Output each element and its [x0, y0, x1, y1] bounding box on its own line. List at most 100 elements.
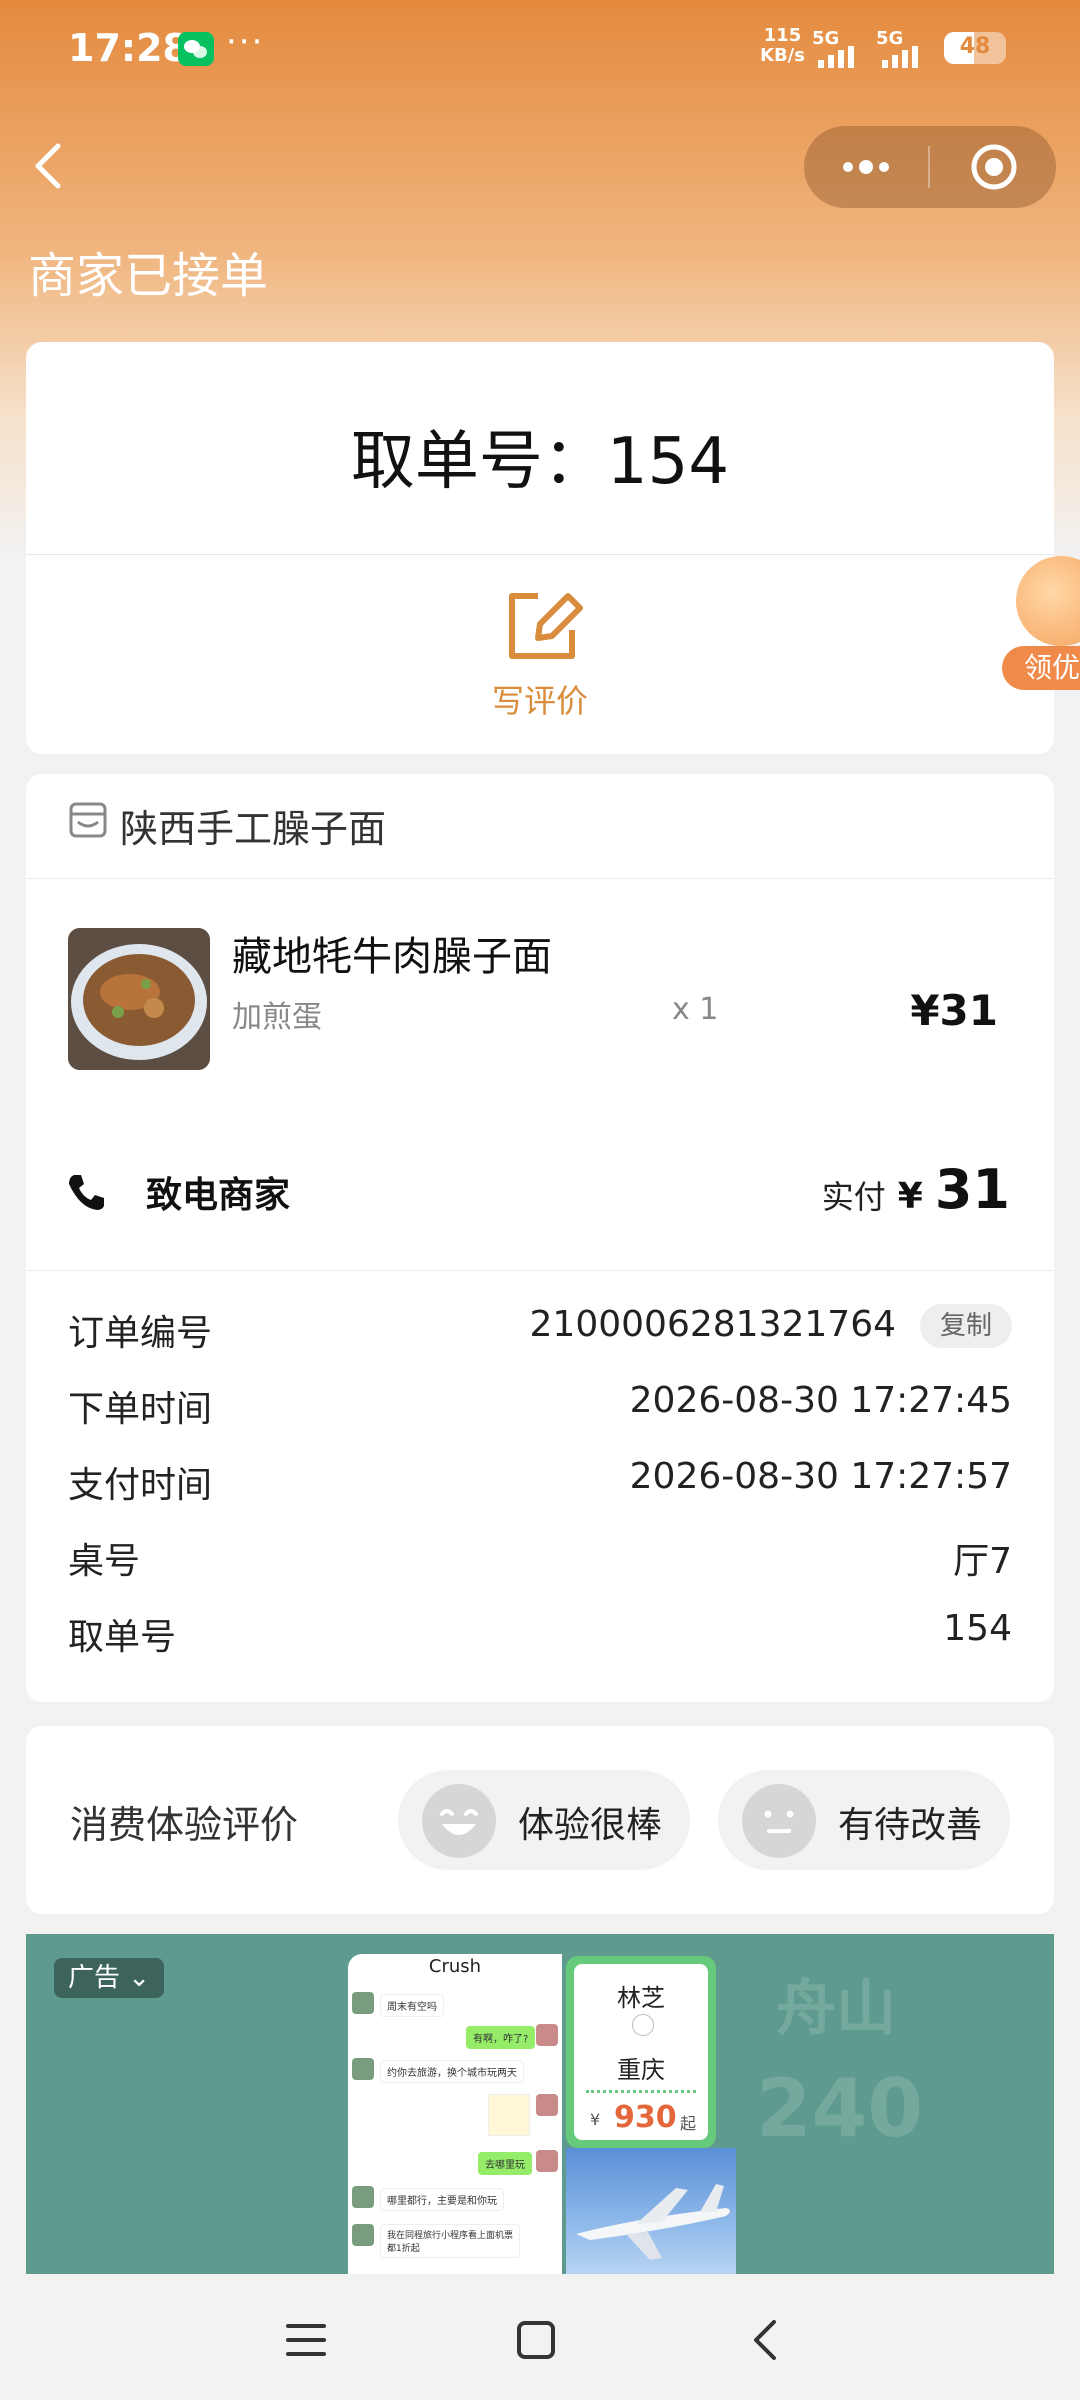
chevron-down-icon: ⌄ [128, 1963, 151, 1993]
network-speed-unit: KB/s [760, 45, 805, 66]
capsule-menu-button[interactable] [804, 126, 928, 208]
system-navigation-bar [0, 2274, 1080, 2400]
chat-bubble: 去哪里玩 [478, 2152, 532, 2175]
order-time-label: 下单时间 [68, 1389, 213, 1430]
ticket-price: 930 [614, 2100, 677, 2135]
order-number-row: 订单编号 2100006281321764 复制 [68, 1298, 1012, 1354]
avatar [352, 2224, 374, 2246]
paid-currency: ¥ [897, 1176, 923, 1217]
pickup-value: 154 [943, 1608, 1012, 1649]
order-number-label: 订单编号 [68, 1313, 213, 1354]
sticker-image [488, 2094, 530, 2136]
pay-time-label: 支付时间 [68, 1465, 213, 1506]
target-close-icon [971, 144, 1017, 190]
neutral-face-icon [742, 1784, 816, 1858]
divider [26, 554, 1054, 555]
chevron-left-icon [754, 2320, 776, 2360]
advertisement-banner[interactable]: 舟山 240 广告 ⌄ Crush 周末有空吗 有啊，咋了? 约你去旅游，换个城… [26, 1934, 1054, 2274]
order-time-row: 下单时间 2026-08-30 17:27:45 [68, 1374, 1012, 1430]
battery-icon: 48 [944, 32, 1006, 64]
ticket-divider [586, 2090, 696, 2093]
miniprogram-capsule [804, 126, 1056, 208]
ticket-price-suffix: 起 [679, 2114, 696, 2133]
more-notifications-icon: ··· [226, 22, 265, 62]
shop-name: 陕西手工臊子面 [120, 807, 387, 851]
wechat-icon [178, 32, 214, 66]
pickup-label: 取单号 [68, 1617, 177, 1658]
signal-1-icon: 5G [812, 28, 882, 68]
chevron-left-icon [35, 143, 61, 189]
avatar [536, 2150, 558, 2172]
chat-bubble: 周末有空吗 [380, 1994, 444, 2017]
chat-bubble: 我在同程旅行小程序看上面机票都1折起 [380, 2224, 520, 2258]
order-time-value: 2026-08-30 17:27:45 [629, 1380, 1012, 1421]
ticket-logo-icon [632, 2014, 654, 2036]
pickup-row: 取单号 154 [68, 1602, 1012, 1658]
item-quantity: x 1 [672, 992, 719, 1027]
floating-reward-button[interactable]: 领优 [1002, 556, 1080, 696]
square-home-icon [517, 2321, 555, 2359]
network-speed: 115 KB/s [760, 26, 805, 66]
page-title: 商家已接单 [28, 248, 269, 304]
airplane-image [566, 2148, 736, 2274]
divider [26, 1270, 1054, 1271]
order-number-value: 2100006281321764 [529, 1304, 896, 1345]
write-review-button[interactable]: 写评价 [440, 578, 640, 728]
food-image [68, 928, 210, 1070]
shop-icon [69, 802, 107, 838]
ad-background-text: 舟山 [776, 1974, 896, 2044]
ticket-to: 重庆 [617, 2056, 665, 2084]
avatar [536, 2094, 558, 2116]
ticket-currency: ¥ [590, 2110, 601, 2129]
chat-title: Crush [428, 1956, 482, 1977]
table-value: 厅7 [953, 1541, 1012, 1582]
avatar [536, 2024, 558, 2046]
chat-bubble: 约你去旅游，换个城市玩两天 [380, 2060, 524, 2083]
avatar [352, 1992, 374, 2014]
network-speed-value: 115 [763, 25, 802, 46]
experience-label: 消费体验评价 [70, 1803, 299, 1847]
gift-box-icon [1016, 556, 1080, 646]
item-option: 加煎蛋 [232, 1000, 322, 1035]
flight-ticket-card: 林芝 重庆 ¥ 930 起 [566, 1956, 716, 2148]
experience-good-button[interactable]: 体验很棒 [398, 1770, 690, 1870]
experience-good-label: 体验很棒 [518, 1805, 663, 1846]
table-label: 桌号 [68, 1541, 141, 1582]
paid-label: 实付 [821, 1178, 886, 1216]
write-review-label: 写评价 [491, 682, 588, 720]
item-price: ¥31 [910, 986, 998, 1035]
recent-apps-button[interactable] [276, 2310, 336, 2370]
signal-2-icon: 5G [876, 28, 946, 68]
ad-background-number: 240 [756, 2062, 923, 2155]
avatar [352, 2186, 374, 2208]
back-button[interactable] [22, 136, 82, 196]
status-bar: 17:28 ··· 115 KB/s 5G 5G 48 [0, 0, 1080, 100]
phone-icon [69, 1175, 104, 1210]
divider [26, 878, 1054, 879]
home-button[interactable] [506, 2310, 566, 2370]
pay-time-row: 支付时间 2026-08-30 17:27:57 [68, 1450, 1012, 1506]
ad-tag-label: 广告 [68, 1963, 121, 1993]
pickup-card: 取单号：154 写评价 [26, 342, 1054, 754]
chat-mockup: Crush 周末有空吗 有啊，咋了? 约你去旅游，换个城市玩两天 去哪里玩 哪里… [348, 1954, 562, 2274]
experience-card: 消费体验评价 体验很棒 有待改善 [26, 1726, 1054, 1914]
status-time: 17:28 [68, 26, 189, 70]
chat-bubble: 有啊，咋了? [466, 2026, 536, 2049]
copy-button[interactable]: 复制 [919, 1304, 1012, 1348]
edit-icon [509, 593, 583, 659]
experience-improve-label: 有待改善 [838, 1805, 983, 1846]
capsule-close-button[interactable] [930, 126, 1056, 208]
system-back-button[interactable] [736, 2310, 796, 2370]
paid-amount: 实付 ¥ 31 [822, 1158, 1010, 1221]
order-card: 陕西手工臊子面 藏地牦牛肉臊子面 加煎蛋 x 1 ¥31 致电商家 实付 ¥ 3… [26, 774, 1054, 1702]
floating-reward-label: 领优 [1002, 646, 1080, 690]
laughing-face-icon [422, 1784, 496, 1858]
battery-level: 48 [959, 34, 991, 59]
chat-bubble: 哪里都行，主要是和你玩 [380, 2188, 504, 2211]
table-row: 桌号 厅7 [68, 1526, 1012, 1582]
avatar [352, 2058, 374, 2080]
ad-tag[interactable]: 广告 ⌄ [54, 1958, 165, 1998]
ticket-from: 林芝 [617, 1984, 665, 2012]
experience-improve-button[interactable]: 有待改善 [718, 1770, 1010, 1870]
call-merchant-label: 致电商家 [146, 1175, 291, 1216]
